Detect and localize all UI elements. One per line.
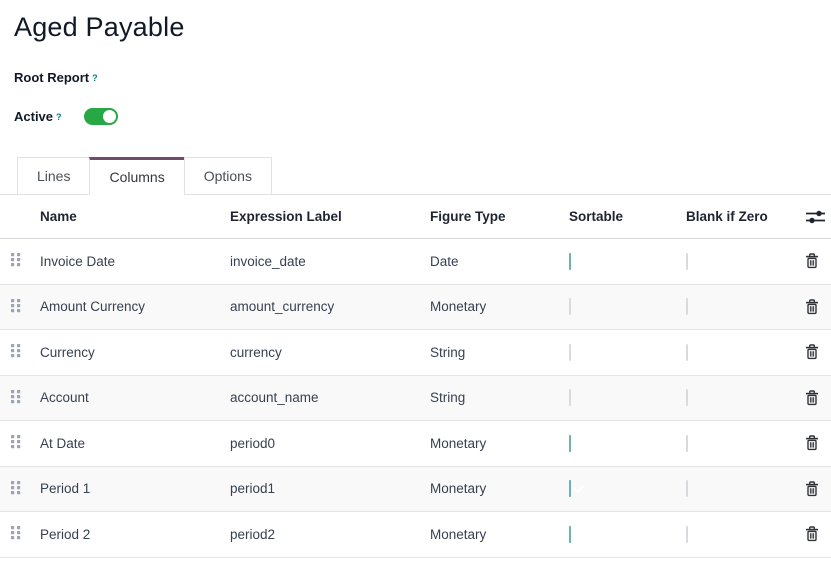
- sortable-checkbox[interactable]: [569, 344, 571, 361]
- delete-row-button[interactable]: [805, 344, 819, 360]
- root-report-help-icon[interactable]: ?: [92, 73, 98, 83]
- blank-if-zero-checkbox[interactable]: [686, 298, 688, 315]
- delete-row-button[interactable]: [805, 253, 819, 269]
- column-name-cell[interactable]: Amount Currency: [40, 299, 230, 314]
- figure-type-cell[interactable]: Monetary: [430, 527, 565, 542]
- expression-label-cell[interactable]: period2: [230, 527, 430, 542]
- delete-row-button[interactable]: [805, 390, 819, 406]
- table-body: Invoice Date invoice_date Date: [0, 239, 831, 558]
- trash-icon: [805, 344, 819, 360]
- active-field: Active?: [14, 108, 831, 125]
- drag-handle-icon[interactable]: [10, 525, 22, 540]
- sortable-checkbox[interactable]: [569, 253, 571, 270]
- trash-icon: [805, 299, 819, 315]
- blank-if-zero-checkbox[interactable]: [686, 526, 688, 543]
- drag-handle-icon[interactable]: [10, 298, 22, 313]
- active-label: Active: [14, 109, 53, 124]
- delete-row-button[interactable]: [805, 435, 819, 451]
- figure-type-cell[interactable]: Monetary: [430, 299, 565, 314]
- expression-label-cell[interactable]: currency: [230, 345, 430, 360]
- expression-label-cell[interactable]: account_name: [230, 390, 430, 405]
- trash-icon: [805, 253, 819, 269]
- column-name-cell[interactable]: Invoice Date: [40, 254, 230, 269]
- tab-bar: Lines Columns Options: [0, 157, 831, 195]
- trash-icon: [805, 435, 819, 451]
- blank-if-zero-checkbox[interactable]: [686, 389, 688, 406]
- expression-label-cell[interactable]: invoice_date: [230, 254, 430, 269]
- column-name-cell[interactable]: At Date: [40, 436, 230, 451]
- expression-label-cell[interactable]: period1: [230, 481, 430, 496]
- figure-type-cell[interactable]: String: [430, 345, 565, 360]
- sortable-checkbox[interactable]: [569, 435, 571, 452]
- sortable-checkbox[interactable]: [569, 480, 571, 497]
- column-name-cell[interactable]: Period 1: [40, 481, 230, 496]
- table-row: At Date period0 Monetary: [0, 421, 831, 467]
- header-name[interactable]: Name: [40, 209, 230, 224]
- sortable-checkbox[interactable]: [569, 389, 571, 406]
- header-sortable[interactable]: Sortable: [565, 209, 682, 224]
- table-row: Invoice Date invoice_date Date: [0, 239, 831, 285]
- drag-handle-icon[interactable]: [10, 389, 22, 404]
- toggle-knob: [103, 110, 116, 123]
- header-blank-if-zero[interactable]: Blank if Zero: [682, 209, 805, 224]
- table-row: Account account_name String: [0, 376, 831, 422]
- figure-type-cell[interactable]: Monetary: [430, 481, 565, 496]
- header-figure-type[interactable]: Figure Type: [430, 209, 565, 224]
- drag-handle-icon[interactable]: [10, 343, 22, 358]
- table-header-row: Name Expression Label Figure Type Sortab…: [0, 195, 831, 239]
- active-help-icon[interactable]: ?: [56, 112, 62, 122]
- header-expression-label[interactable]: Expression Label: [230, 209, 430, 224]
- figure-type-cell[interactable]: Date: [430, 254, 565, 269]
- trash-icon: [805, 526, 819, 542]
- column-name-cell[interactable]: Currency: [40, 345, 230, 360]
- adjust-columns-icon[interactable]: [805, 209, 826, 225]
- table-row: Amount Currency amount_currency Monetary: [0, 285, 831, 331]
- trash-icon: [805, 390, 819, 406]
- tab-lines[interactable]: Lines: [17, 157, 90, 195]
- sortable-checkbox[interactable]: [569, 526, 571, 543]
- delete-row-button[interactable]: [805, 481, 819, 497]
- aged-payable-report-page: Aged Payable Root Report? Active? Lines …: [0, 12, 831, 564]
- delete-row-button[interactable]: [805, 299, 819, 315]
- figure-type-cell[interactable]: String: [430, 390, 565, 405]
- trash-icon: [805, 481, 819, 497]
- blank-if-zero-checkbox[interactable]: [686, 253, 688, 270]
- table-row: Period 2 period2 Monetary: [0, 512, 831, 558]
- expression-label-cell[interactable]: period0: [230, 436, 430, 451]
- table-row: Period 1 period1 Monetary: [0, 467, 831, 513]
- sortable-checkbox[interactable]: [569, 298, 571, 315]
- root-report-field: Root Report?: [14, 70, 831, 85]
- column-name-cell[interactable]: Account: [40, 390, 230, 405]
- tab-options[interactable]: Options: [184, 157, 272, 195]
- blank-if-zero-checkbox[interactable]: [686, 344, 688, 361]
- drag-handle-icon[interactable]: [10, 434, 22, 449]
- column-name-cell[interactable]: Period 2: [40, 527, 230, 542]
- table-row: Currency currency String: [0, 330, 831, 376]
- root-report-label: Root Report: [14, 70, 89, 85]
- blank-if-zero-checkbox[interactable]: [686, 435, 688, 452]
- tab-columns[interactable]: Columns: [89, 157, 184, 195]
- delete-row-button[interactable]: [805, 526, 819, 542]
- expression-label-cell[interactable]: amount_currency: [230, 299, 430, 314]
- blank-if-zero-checkbox[interactable]: [686, 480, 688, 497]
- page-title: Aged Payable: [14, 12, 831, 43]
- figure-type-cell[interactable]: Monetary: [430, 436, 565, 451]
- drag-handle-icon[interactable]: [10, 480, 22, 495]
- active-toggle[interactable]: [84, 108, 118, 125]
- drag-handle-icon[interactable]: [10, 252, 22, 267]
